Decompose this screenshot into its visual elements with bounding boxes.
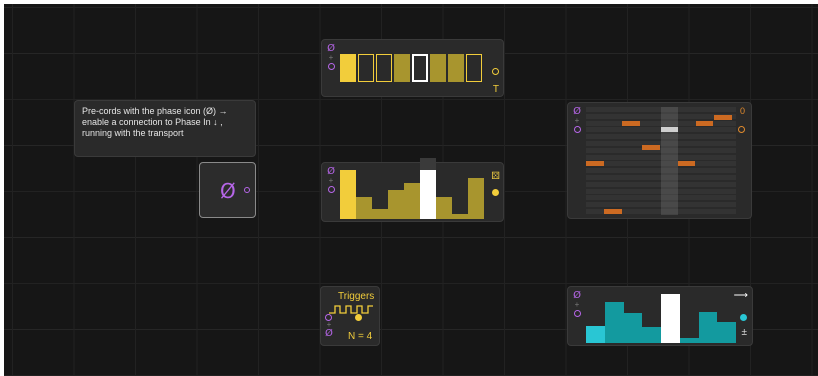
step-output-port[interactable] [492, 68, 499, 75]
phase-icon: Ø [220, 179, 236, 203]
teal-bar-6[interactable] [679, 337, 699, 343]
plus-icon: + [328, 53, 334, 62]
step-module-port-icons: Ø + [326, 44, 336, 70]
bar-module-port-icons: Ø + [326, 167, 336, 193]
plus-icon: + [574, 116, 580, 125]
bar-4[interactable] [388, 190, 404, 219]
triggers-port-icons: + Ø [325, 313, 333, 339]
bar-7[interactable] [436, 197, 452, 219]
teal-bar-8[interactable] [717, 322, 736, 343]
triggers-module[interactable]: Triggers + Ø N = 4 [320, 286, 380, 346]
step-cell-1[interactable] [340, 54, 356, 82]
piano-roll-module[interactable]: Ø + 0 [567, 102, 752, 219]
roll-note-2[interactable] [642, 145, 660, 150]
phase-icon: Ø [325, 328, 333, 339]
bar-6[interactable] [420, 169, 436, 219]
teal-bar-1[interactable] [586, 325, 605, 343]
tooltip-line-3: running with the transport [82, 128, 184, 138]
triggers-title: Triggers [338, 291, 375, 302]
phase-input-port[interactable] [573, 126, 581, 133]
step-cell-6[interactable] [430, 54, 446, 82]
phase-output-port[interactable] [244, 187, 250, 193]
playhead [661, 107, 678, 215]
step-sequencer-module[interactable]: Ø + T [321, 39, 504, 97]
plus-icon: + [328, 176, 334, 185]
tooltip-line-1: Pre-cords with the phase icon (Ø) → [82, 106, 228, 116]
trigger-output-port[interactable] [355, 314, 362, 321]
arrow-right-icon[interactable]: ⟶ [734, 290, 748, 301]
step-cell-5[interactable] [412, 54, 428, 82]
bar-sequencer-module[interactable]: Ø + ⚄ [321, 162, 504, 222]
roll-note-5[interactable] [714, 115, 732, 120]
trigger-count-label: N = 4 [348, 331, 373, 342]
step-trigger-label: T [492, 84, 499, 95]
bar-output-port[interactable] [492, 189, 499, 196]
phase-input-port[interactable] [573, 310, 581, 317]
bar-values[interactable] [340, 167, 484, 219]
roll-note-4[interactable] [696, 121, 713, 126]
bar-8[interactable] [452, 213, 468, 219]
roll-note-8[interactable] [604, 209, 622, 214]
teal-bar-module[interactable]: Ø + ⟶ ± [567, 286, 753, 346]
phase-input-port[interactable] [327, 63, 335, 70]
roll-output-port[interactable] [738, 126, 745, 133]
dice-icon[interactable]: ⚄ [491, 171, 500, 182]
bar-5[interactable] [404, 182, 420, 219]
tooltip-line-2: enable a connection to Phase In ↓ , [82, 117, 223, 127]
teal-bar-2[interactable] [604, 302, 624, 343]
teal-bar-4[interactable] [642, 327, 661, 343]
step-cells[interactable] [340, 54, 482, 82]
plus-minus-icon[interactable]: ± [742, 327, 748, 338]
piano-roll-grid[interactable] [586, 107, 736, 215]
pulse-wave-icon [329, 305, 373, 314]
phase-input-port[interactable] [327, 186, 335, 193]
patch-canvas[interactable]: Ø + T Pre-cords with the phase icon (Ø) … [4, 4, 818, 376]
phase-source-node[interactable]: Ø [199, 162, 256, 218]
bar-9[interactable] [468, 178, 484, 219]
step-cell-3[interactable] [376, 54, 392, 82]
step-cell-8[interactable] [466, 54, 482, 82]
roll-module-port-icons: Ø + [572, 107, 582, 133]
teal-output-port[interactable] [740, 314, 747, 321]
roll-note-3[interactable] [661, 127, 678, 132]
roll-value-label: 0 [739, 106, 745, 116]
teal-bar-values[interactable] [586, 291, 736, 343]
bar-2[interactable] [356, 197, 372, 219]
roll-note-7[interactable] [678, 161, 695, 166]
step-cell-2[interactable] [358, 54, 374, 82]
teal-bar-7[interactable] [698, 311, 718, 343]
roll-note-6[interactable] [586, 161, 604, 166]
step-cell-7[interactable] [448, 54, 464, 82]
plus-icon: + [574, 300, 580, 309]
bar-3[interactable] [372, 208, 388, 219]
teal-bar-5[interactable] [661, 293, 680, 343]
bar-1[interactable] [340, 169, 356, 219]
phase-hint-tooltip: Pre-cords with the phase icon (Ø) → enab… [74, 100, 256, 157]
teal-module-port-icons: Ø + [572, 291, 582, 317]
teal-bar-3[interactable] [623, 312, 643, 343]
step-cell-4[interactable] [394, 54, 410, 82]
roll-note-1[interactable] [622, 121, 640, 126]
